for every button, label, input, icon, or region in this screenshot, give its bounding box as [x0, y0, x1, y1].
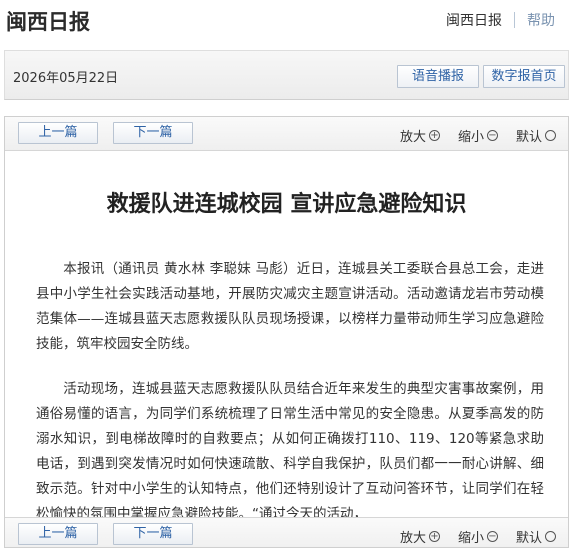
zoom-in-label: 放大 [399, 130, 426, 145]
site-logo[interactable]: 闽西日报 [6, 6, 90, 36]
article-paragraph: 本报讯（通讯员 黄水林 李聪妹 马彪）近日，连城县关工委联合县总工会，走进县中小… [36, 257, 544, 357]
next-article-button-bottom[interactable]: 下一篇 [113, 523, 193, 545]
zoom-out-label: 缩小 [457, 531, 484, 546]
zoom-default-button-bottom[interactable]: 默认 [516, 527, 556, 546]
help-link[interactable]: 帮助 [527, 10, 555, 30]
plus-circle-icon: + [428, 531, 440, 542]
top-links: 闽西日报 帮助 [446, 10, 555, 30]
article-title: 救援队进连城校园 宣讲应急避险知识 [106, 192, 467, 217]
zoom-out-label: 缩小 [457, 130, 484, 145]
paragraph-text: 本报讯（通讯员 黄水林 李聪妹 马彪）近日，连城县关工委联合县总工会，走进县中小… [36, 261, 544, 352]
circle-icon [545, 531, 556, 542]
font-size-controls: 放大 + 缩小 − 默认 [400, 126, 556, 145]
zoom-in-button[interactable]: 放大 + [400, 126, 440, 145]
zoom-default-label: 默认 [515, 130, 542, 145]
circle-icon [545, 130, 556, 141]
zoom-default-button[interactable]: 默认 [516, 126, 556, 145]
article-content[interactable]: 救援队进连城校园 宣讲应急避险知识 本报讯（通讯员 黄水林 李聪妹 马彪）近日，… [5, 152, 568, 517]
link-divider [514, 12, 515, 28]
font-size-controls-bottom: 放大 + 缩小 − 默认 [400, 527, 556, 546]
next-article-button[interactable]: 下一篇 [113, 122, 193, 144]
zoom-in-label: 放大 [399, 531, 426, 546]
issue-date: 2026年05月22日 [13, 71, 119, 86]
voice-broadcast-button[interactable]: 语音播报 [397, 65, 479, 88]
prev-article-button[interactable]: 上一篇 [18, 122, 98, 144]
minus-circle-icon: − [486, 130, 498, 141]
article-nav-top: 上一篇 下一篇 放大 + 缩小 − 默认 [5, 117, 568, 151]
prev-article-button-bottom[interactable]: 上一篇 [18, 523, 98, 545]
article-paragraph: 活动现场，连城县蓝天志愿救援队队员结合近年来发生的典型灾害事故案例，用通俗易懂的… [36, 377, 544, 517]
zoom-default-label: 默认 [515, 531, 542, 546]
home-link[interactable]: 闽西日报 [446, 10, 502, 30]
digital-home-button[interactable]: 数字报首页 [483, 65, 565, 88]
plus-circle-icon: + [428, 130, 440, 141]
paragraph-text: 活动现场，连城县蓝天志愿救援队队员结合近年来发生的典型灾害事故案例，用通俗易懂的… [36, 381, 544, 517]
zoom-in-button-bottom[interactable]: 放大 + [400, 527, 440, 546]
article-reader: 上一篇 下一篇 放大 + 缩小 − 默认 救援队进连城校园 宣讲应急避险知识 本… [4, 116, 569, 548]
minus-circle-icon: − [486, 531, 498, 542]
zoom-out-button-bottom[interactable]: 缩小 − [458, 527, 498, 546]
date-bar: 2026年05月22日 语音播报 数字报首页 [4, 50, 569, 100]
top-header: 闽西日报 闽西日报 帮助 [0, 0, 573, 42]
article-nav-bottom: 上一篇 下一篇 放大 + 缩小 − 默认 [5, 517, 568, 547]
zoom-out-button[interactable]: 缩小 − [458, 126, 498, 145]
